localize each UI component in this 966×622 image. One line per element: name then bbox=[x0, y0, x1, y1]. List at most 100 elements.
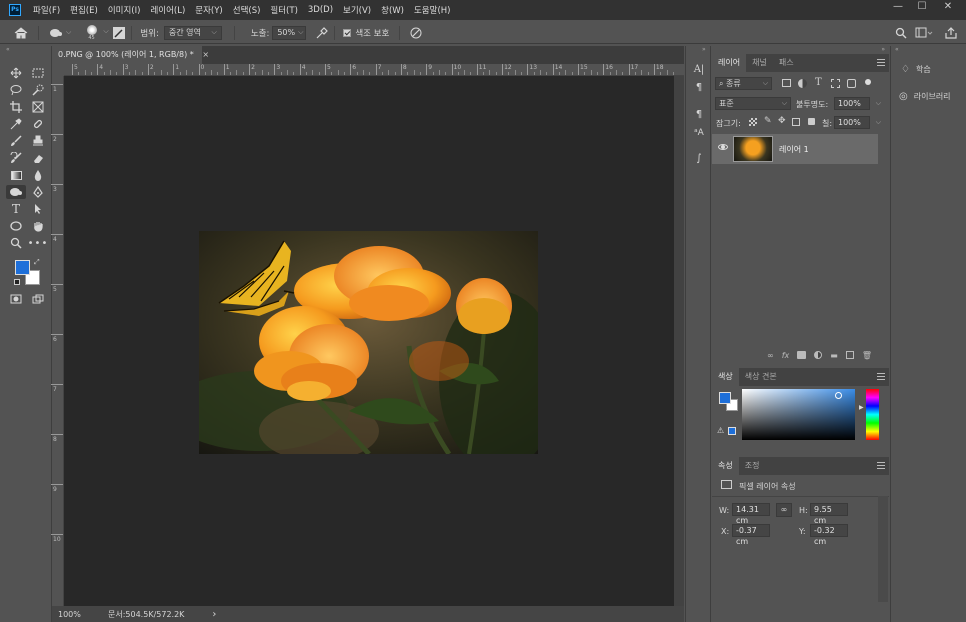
new-layer-icon[interactable] bbox=[845, 351, 854, 359]
tab-adjustments[interactable]: 조정 bbox=[739, 457, 766, 475]
healing-brush-tool-icon[interactable] bbox=[30, 117, 46, 131]
glyphs-panel-icon[interactable]: ∫ bbox=[691, 152, 707, 166]
brush-picker[interactable]: 45 ⌵ bbox=[83, 23, 109, 43]
trash-icon[interactable]: 🗑 bbox=[862, 351, 872, 360]
lock-pixels-icon[interactable]: ✎ bbox=[764, 116, 772, 126]
status-menu-arrow[interactable]: › bbox=[212, 609, 216, 620]
layer-name[interactable]: 레이어 1 bbox=[779, 144, 809, 155]
panel-collapse-icon[interactable]: « bbox=[895, 46, 899, 53]
panel-expand-icon[interactable]: » bbox=[702, 46, 706, 53]
history-brush-tool-icon[interactable] bbox=[8, 151, 24, 165]
share-icon[interactable] bbox=[945, 27, 957, 39]
link-dimensions-icon[interactable]: ∞ bbox=[776, 503, 792, 517]
layer-row[interactable]: 레이어 1 bbox=[712, 134, 878, 164]
lock-artboard-icon[interactable] bbox=[792, 118, 800, 126]
filter-smart-object-icon[interactable] bbox=[847, 79, 856, 88]
tool-preset-picker[interactable]: ⌵ bbox=[49, 28, 71, 38]
eye-icon[interactable] bbox=[718, 144, 728, 150]
character-styles-icon[interactable]: ᵃA bbox=[691, 126, 707, 140]
menu-window[interactable]: 창(W) bbox=[381, 4, 404, 16]
learn-panel-button[interactable]: ♢ 학습 bbox=[891, 58, 966, 80]
foreground-color-swatch[interactable] bbox=[15, 260, 30, 275]
marquee-tool-icon[interactable] bbox=[30, 66, 46, 80]
home-icon[interactable] bbox=[14, 26, 28, 39]
type-tool-icon[interactable]: T bbox=[8, 202, 24, 216]
quick-mask-icon[interactable] bbox=[8, 292, 24, 306]
protect-tones-checkbox[interactable] bbox=[343, 28, 352, 37]
blend-mode-select[interactable]: 표준 ⌵ bbox=[715, 97, 791, 110]
maximize-button[interactable]: ☐ bbox=[912, 0, 932, 16]
eraser-tool-icon[interactable] bbox=[30, 151, 46, 165]
zoom-tool-icon[interactable] bbox=[8, 236, 24, 250]
color-panel-menu-icon[interactable] bbox=[877, 373, 885, 380]
tab-paths[interactable]: 패스 bbox=[773, 54, 800, 72]
menu-select[interactable]: 선택(S) bbox=[233, 4, 261, 16]
tab-channels[interactable]: 채널 bbox=[746, 54, 773, 72]
filter-adjustment-icon[interactable] bbox=[798, 79, 807, 88]
character-panel-icon[interactable]: A| bbox=[691, 63, 707, 77]
menu-view[interactable]: 보기(V) bbox=[343, 4, 371, 16]
pen-tool-icon[interactable] bbox=[30, 185, 46, 199]
menu-help[interactable]: 도움말(H) bbox=[414, 4, 450, 16]
lock-transparent-icon[interactable] bbox=[749, 118, 757, 126]
menu-image[interactable]: 이미지(I) bbox=[108, 4, 141, 16]
ellipse-tool-icon[interactable] bbox=[8, 219, 24, 233]
default-colors-icon[interactable] bbox=[14, 279, 20, 285]
folder-icon[interactable]: ▬ bbox=[830, 351, 838, 360]
filter-type-icon[interactable]: T bbox=[815, 77, 822, 88]
screen-mode-icon[interactable] bbox=[30, 292, 46, 306]
x-input[interactable]: -0.37 cm bbox=[732, 524, 770, 546]
brush-settings-icon[interactable] bbox=[113, 26, 126, 39]
tab-color[interactable]: 색상 bbox=[712, 368, 739, 386]
menu-edit[interactable]: 편집(E) bbox=[70, 4, 98, 16]
menu-file[interactable]: 파일(F) bbox=[33, 4, 60, 16]
path-select-tool-icon[interactable] bbox=[30, 202, 46, 216]
pressure-size-icon[interactable] bbox=[410, 27, 422, 39]
menu-layer[interactable]: 레이어(L) bbox=[150, 4, 185, 16]
layers-panel-menu-icon[interactable] bbox=[877, 59, 885, 66]
properties-scrollbar[interactable] bbox=[878, 496, 888, 602]
stamp-tool-icon[interactable] bbox=[30, 134, 46, 148]
horizontal-ruler[interactable]: 5 4 3 2 1 0 1 2 3 4 5 6 7 8 9 10 11 12 13 14 15 16 17 18 bbox=[64, 64, 684, 76]
paragraph-styles-icon[interactable]: ¶ bbox=[691, 108, 707, 122]
fill-input[interactable]: 100% ⌵ bbox=[834, 116, 881, 129]
document-image[interactable] bbox=[199, 231, 538, 454]
properties-panel-menu-icon[interactable] bbox=[877, 462, 885, 469]
lasso-tool-icon[interactable] bbox=[8, 83, 24, 97]
web-safe-color-icon[interactable] bbox=[728, 427, 736, 435]
y-input[interactable]: -0.32 cm bbox=[810, 524, 848, 546]
document-tab[interactable]: 0.PNG @ 100% (레이어 1, RGB/8) * × bbox=[52, 46, 209, 64]
filter-toggle-icon[interactable] bbox=[865, 79, 871, 85]
tab-layers[interactable]: 레이어 bbox=[712, 54, 747, 72]
close-window-button[interactable]: ✕ bbox=[938, 0, 958, 16]
move-tool-icon[interactable] bbox=[8, 66, 24, 80]
color-fg-swatch[interactable] bbox=[719, 392, 731, 404]
frame-tool-icon[interactable] bbox=[30, 100, 46, 114]
menu-3d[interactable]: 3D(D) bbox=[308, 5, 333, 15]
panel-collapse-icon[interactable]: » bbox=[881, 46, 885, 53]
crop-tool-icon[interactable] bbox=[8, 100, 24, 114]
airbrush-icon[interactable] bbox=[316, 26, 329, 39]
more-tools-icon[interactable]: ••• bbox=[28, 236, 48, 250]
opacity-input[interactable]: 100% ⌵ bbox=[834, 97, 881, 110]
lock-position-icon[interactable]: ✥ bbox=[778, 116, 786, 126]
vertical-ruler[interactable]: 1 2 3 4 5 6 7 8 9 10 bbox=[51, 76, 64, 606]
eyedropper-tool-icon[interactable] bbox=[8, 117, 24, 131]
workspace-icon[interactable] bbox=[915, 27, 933, 39]
range-select[interactable]: 중간 영역 ⌵ bbox=[163, 25, 222, 40]
ruler-origin[interactable] bbox=[52, 64, 64, 76]
width-input[interactable]: 14.31 cm bbox=[732, 503, 770, 525]
vertical-scrollbar[interactable] bbox=[674, 76, 684, 606]
link-icon[interactable]: ∞ bbox=[767, 351, 774, 360]
height-input[interactable]: 9.55 cm bbox=[810, 503, 848, 525]
color-field[interactable] bbox=[742, 389, 855, 440]
fx-icon[interactable]: fx bbox=[782, 351, 790, 360]
menu-filter[interactable]: 필터(T) bbox=[270, 4, 297, 16]
libraries-panel-button[interactable]: ◎ 라이브러리 bbox=[891, 85, 966, 107]
layer-kind-filter[interactable]: ⌕ 종류 ⌵ bbox=[715, 77, 772, 90]
close-tab-icon[interactable]: × bbox=[202, 50, 209, 59]
menu-type[interactable]: 문자(Y) bbox=[195, 4, 222, 16]
tab-swatches[interactable]: 색상 견본 bbox=[739, 368, 783, 386]
gradient-tool-icon[interactable] bbox=[8, 168, 24, 182]
swap-colors-icon[interactable]: ⤢ bbox=[34, 258, 40, 267]
